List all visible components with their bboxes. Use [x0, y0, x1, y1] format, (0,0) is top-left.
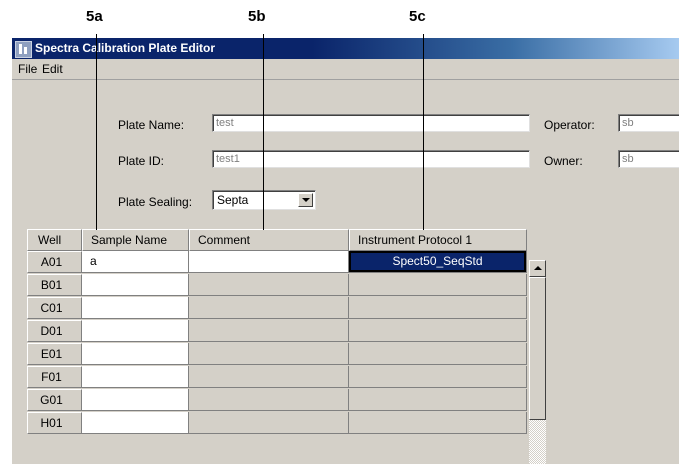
row-header-well[interactable]: G01: [27, 389, 82, 411]
instrument-protocol-cell[interactable]: [349, 412, 527, 434]
calibration-plate-editor-window: Spectra Calibration Plate Editor File Ed…: [12, 38, 679, 464]
instrument-protocol-cell[interactable]: [349, 366, 527, 388]
instrument-protocol-cell[interactable]: [349, 274, 527, 296]
row-header-well[interactable]: E01: [27, 343, 82, 365]
callout-5b-line: [263, 34, 264, 230]
sample-name-cell[interactable]: [82, 320, 189, 342]
dropdown-arrow-icon[interactable]: [298, 193, 313, 207]
row-header-well[interactable]: A01: [27, 251, 82, 273]
operator-label: Operator:: [544, 118, 595, 132]
row-header-well[interactable]: H01: [27, 412, 82, 434]
plate-name-field[interactable]: test: [212, 114, 530, 132]
plate-sealing-value: Septa: [217, 193, 249, 207]
row-header-well[interactable]: C01: [27, 297, 82, 319]
callout-5b-label: 5b: [248, 8, 266, 25]
instrument-protocol-cell[interactable]: [349, 320, 527, 342]
sample-name-cell[interactable]: a: [82, 251, 189, 273]
plate-id-label: Plate ID:: [118, 154, 165, 168]
sample-name-cell[interactable]: [82, 412, 189, 434]
column-header-comment[interactable]: Comment: [189, 229, 349, 251]
plate-sealing-select[interactable]: Septa: [212, 190, 316, 210]
plate-sealing-label: Plate Sealing:: [118, 195, 193, 209]
sample-name-cell[interactable]: [82, 274, 189, 296]
app-icon: [15, 41, 32, 58]
sample-name-cell[interactable]: [82, 343, 189, 365]
plate-name-label: Plate Name:: [118, 118, 185, 132]
callout-5c-line: [423, 34, 424, 230]
row-header-well[interactable]: F01: [27, 366, 82, 388]
vertical-scrollbar[interactable]: [529, 260, 546, 464]
plate-id-field[interactable]: test1: [212, 150, 530, 168]
menu-edit[interactable]: Edit: [40, 61, 65, 77]
comment-cell[interactable]: [189, 366, 349, 388]
comment-cell[interactable]: [189, 343, 349, 365]
column-header-well[interactable]: Well: [27, 229, 82, 251]
menu-file[interactable]: File: [16, 61, 39, 77]
scroll-thumb[interactable]: [529, 277, 546, 420]
operator-field[interactable]: sb: [618, 114, 679, 132]
instrument-protocol-cell[interactable]: [349, 297, 527, 319]
instrument-protocol-cell[interactable]: [349, 389, 527, 411]
comment-cell[interactable]: [189, 412, 349, 434]
row-header-well[interactable]: D01: [27, 320, 82, 342]
menu-bar: File Edit: [12, 59, 679, 80]
comment-cell[interactable]: [189, 297, 349, 319]
instrument-protocol-cell[interactable]: Spect50_SeqStd: [349, 251, 527, 273]
owner-label: Owner:: [544, 154, 583, 168]
column-header-instrument-protocol-1[interactable]: Instrument Protocol 1: [349, 229, 527, 251]
comment-cell[interactable]: [189, 274, 349, 296]
scroll-up-icon[interactable]: [529, 260, 546, 277]
sample-name-cell[interactable]: [82, 389, 189, 411]
callout-5a-label: 5a: [86, 8, 103, 25]
instrument-protocol-cell[interactable]: [349, 343, 527, 365]
comment-cell[interactable]: [189, 320, 349, 342]
row-header-well[interactable]: B01: [27, 274, 82, 296]
comment-cell[interactable]: [189, 389, 349, 411]
owner-field[interactable]: sb: [618, 150, 679, 168]
window-title: Spectra Calibration Plate Editor: [35, 41, 216, 55]
callout-5c-label: 5c: [409, 8, 426, 25]
title-bar[interactable]: Spectra Calibration Plate Editor: [12, 38, 679, 59]
sample-name-cell[interactable]: [82, 297, 189, 319]
callout-5a-line: [96, 34, 97, 230]
sample-name-cell[interactable]: [82, 366, 189, 388]
column-header-sample-name[interactable]: Sample Name: [82, 229, 189, 251]
comment-cell[interactable]: [189, 251, 349, 273]
